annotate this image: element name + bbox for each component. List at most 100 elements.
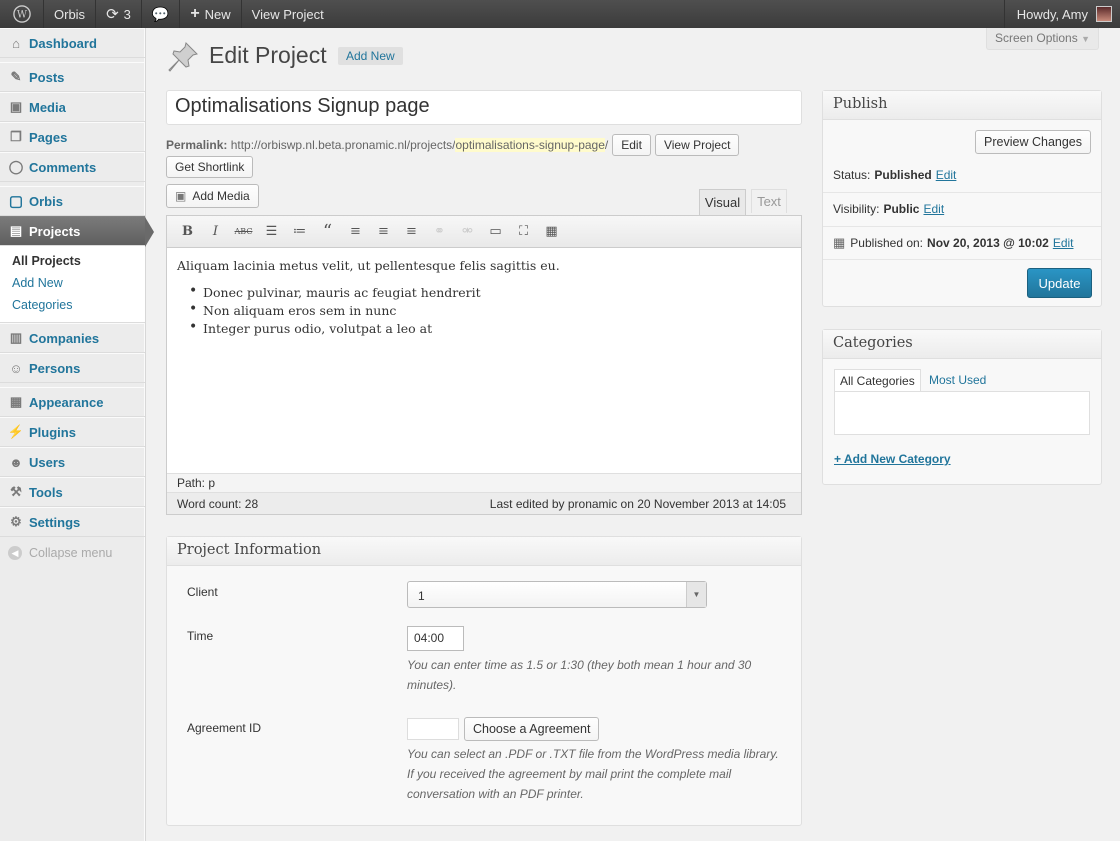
list-item: Non aliquam eros sem in nunc xyxy=(189,301,791,318)
status-row: Status: Published Edit xyxy=(833,168,956,182)
align-center-icon[interactable]: ≡ xyxy=(373,222,394,242)
post-title-input[interactable]: Optimalisations Signup page xyxy=(166,90,802,125)
comments-link[interactable]: 💬 xyxy=(142,0,181,28)
collapse-menu-button[interactable]: ◀ Collapse menu xyxy=(0,537,145,569)
submenu-add-new[interactable]: Add New xyxy=(0,272,145,294)
last-edited: Last edited by pronamic on 20 November 2… xyxy=(489,496,786,511)
sidebar-item-projects[interactable]: ▤ Projects xyxy=(0,216,154,247)
status-value: Published xyxy=(874,168,932,182)
new-label: New xyxy=(204,6,231,22)
refresh-icon: ⟳ xyxy=(106,6,119,23)
numbered-list-icon[interactable]: ≔ xyxy=(289,222,310,242)
add-new-category-link[interactable]: + Add New Category xyxy=(834,452,951,466)
tab-text[interactable]: Text xyxy=(751,189,787,213)
update-button[interactable]: Update xyxy=(1027,268,1092,298)
tab-all-categories[interactable]: All Categories xyxy=(834,369,921,391)
collapse-menu-label: Collapse menu xyxy=(29,546,113,560)
users-icon: ☻ xyxy=(9,454,23,470)
tab-most-used[interactable]: Most Used xyxy=(929,369,986,391)
calendar-icon: ▦ xyxy=(833,235,846,250)
fullscreen-icon[interactable]: ⛶ xyxy=(513,222,534,242)
site-name-link[interactable]: Orbis xyxy=(44,0,97,28)
edit-permalink-button[interactable]: Edit xyxy=(612,134,651,156)
sidebar-item-pages[interactable]: ❐ Pages xyxy=(0,122,145,152)
settings-icon: ⚙ xyxy=(10,514,22,529)
edit-date-link[interactable]: Edit xyxy=(1053,236,1074,250)
orbis-icon: ▢ xyxy=(8,193,24,210)
sidebar-item-dashboard[interactable]: ⌂ Dashboard xyxy=(0,28,145,58)
wordpress-logo-icon[interactable]: W xyxy=(0,0,44,28)
add-new-button[interactable]: Add New xyxy=(338,47,403,65)
sidebar-item-persons[interactable]: ☺ Persons xyxy=(0,353,145,383)
sidebar-item-label: Users xyxy=(29,454,66,470)
unlink-icon[interactable]: ⚮ xyxy=(457,222,478,242)
appearance-icon: ▦ xyxy=(9,394,23,409)
project-information-box: Project Information Client 1 ▼ Time 04:0… xyxy=(166,536,802,826)
client-value: 1 xyxy=(418,589,425,603)
submenu-all-projects[interactable]: All Projects xyxy=(0,250,145,272)
sidebar-item-posts[interactable]: ✎ Posts xyxy=(0,62,145,92)
admin-sidebar: ⌂ Dashboard ✎ Posts ▣ Media ❐ Pages ◯ Comment… xyxy=(0,28,154,841)
view-project-button[interactable]: View Project xyxy=(654,134,740,156)
sidebar-item-media[interactable]: ▣ Media xyxy=(0,92,145,122)
categories-box: Categories All Categories Most Used + Ad… xyxy=(822,329,1102,485)
client-label: Client xyxy=(187,585,218,599)
content-paragraph: Aliquam lacinia metus velit, ut pellente… xyxy=(177,258,560,273)
visibility-label: Visibility: xyxy=(833,202,880,216)
category-checklist[interactable] xyxy=(834,391,1090,435)
howdy-text: Howdy, Amy xyxy=(1016,6,1088,22)
tab-visual[interactable]: Visual xyxy=(699,189,746,215)
sidebar-item-label: Comments xyxy=(29,159,97,175)
edit-status-link[interactable]: Edit xyxy=(936,168,957,182)
strikethrough-icon[interactable]: ABC xyxy=(233,222,254,242)
updates-link[interactable]: ⟳ 3 xyxy=(96,0,142,28)
chevron-down-icon: ▼ xyxy=(686,582,706,607)
sidebar-item-companies[interactable]: ▥ Companies xyxy=(0,323,145,353)
bold-icon[interactable]: B xyxy=(177,222,198,242)
sidebar-item-label: Media xyxy=(29,99,66,115)
published-value: Nov 20, 2013 @ 10:02 xyxy=(927,236,1049,250)
new-content-menu[interactable]: + New xyxy=(180,0,242,28)
blockquote-icon[interactable]: “ xyxy=(317,221,338,242)
add-media-label: Add Media xyxy=(192,189,250,203)
editor-toolbar: B I ABC ☰ ≔ “ ≡ ≡ ≡ ⚭ ⚮ ▭ ⛶ ▦ xyxy=(167,216,801,248)
align-right-icon[interactable]: ≡ xyxy=(401,222,422,242)
italic-icon[interactable]: I xyxy=(205,222,226,242)
agreement-id-input[interactable] xyxy=(407,718,459,740)
screen-options-button[interactable]: Screen Options ▼ xyxy=(986,28,1099,50)
sidebar-item-users[interactable]: ☻ Users xyxy=(0,447,145,477)
sidebar-item-comments[interactable]: ◯ Comments xyxy=(0,152,145,182)
sidebar-item-label: Orbis xyxy=(29,193,63,209)
view-project-link[interactable]: View Project xyxy=(242,0,334,28)
view-project-label: View Project xyxy=(251,6,324,22)
edit-visibility-link[interactable]: Edit xyxy=(923,202,944,216)
pushpin-icon: ✎ xyxy=(10,69,22,84)
dashboard-icon: ⌂ xyxy=(12,35,20,51)
submenu-categories[interactable]: Categories xyxy=(0,294,145,316)
preview-changes-button[interactable]: Preview Changes xyxy=(975,130,1091,154)
align-left-icon[interactable]: ≡ xyxy=(345,222,366,242)
projects-icon: ▤ xyxy=(9,223,23,238)
sidebar-item-settings[interactable]: ⚙ Settings xyxy=(0,507,145,537)
add-media-button[interactable]: ▣ Add Media xyxy=(166,184,259,208)
link-icon[interactable]: ⚭ xyxy=(429,222,450,242)
my-account-menu[interactable]: Howdy, Amy xyxy=(1003,0,1120,28)
time-input[interactable]: 04:00 xyxy=(407,626,464,651)
permalink-slug[interactable]: optimalisations-signup-page xyxy=(455,138,605,152)
bullet-list-icon[interactable]: ☰ xyxy=(261,222,282,242)
sidebar-item-plugins[interactable]: ⚡ Plugins xyxy=(0,417,145,447)
camera-icon: ▣ xyxy=(175,189,187,203)
publish-box: Publish Preview Changes Status: Publishe… xyxy=(822,90,1102,307)
client-select[interactable]: 1 ▼ xyxy=(407,581,707,608)
permalink-base: http://orbiswp.nl.beta.pronamic.nl/proje… xyxy=(230,138,456,152)
read-more-icon[interactable]: ▭ xyxy=(485,222,506,242)
sidebar-item-tools[interactable]: ⚒ Tools xyxy=(0,477,145,507)
choose-agreement-button[interactable]: Choose a Agreement xyxy=(464,717,600,741)
comment-bubble-icon: 💬 xyxy=(151,5,170,22)
get-shortlink-button[interactable]: Get Shortlink xyxy=(166,156,254,178)
sidebar-item-appearance[interactable]: ▦ Appearance xyxy=(0,387,145,417)
kitchen-sink-icon[interactable]: ▦ xyxy=(541,222,562,242)
svg-text:W: W xyxy=(16,10,27,21)
sidebar-item-orbis[interactable]: ▢ Orbis xyxy=(0,186,145,216)
editor-content[interactable]: Aliquam lacinia metus velit, ut pellente… xyxy=(167,248,801,473)
